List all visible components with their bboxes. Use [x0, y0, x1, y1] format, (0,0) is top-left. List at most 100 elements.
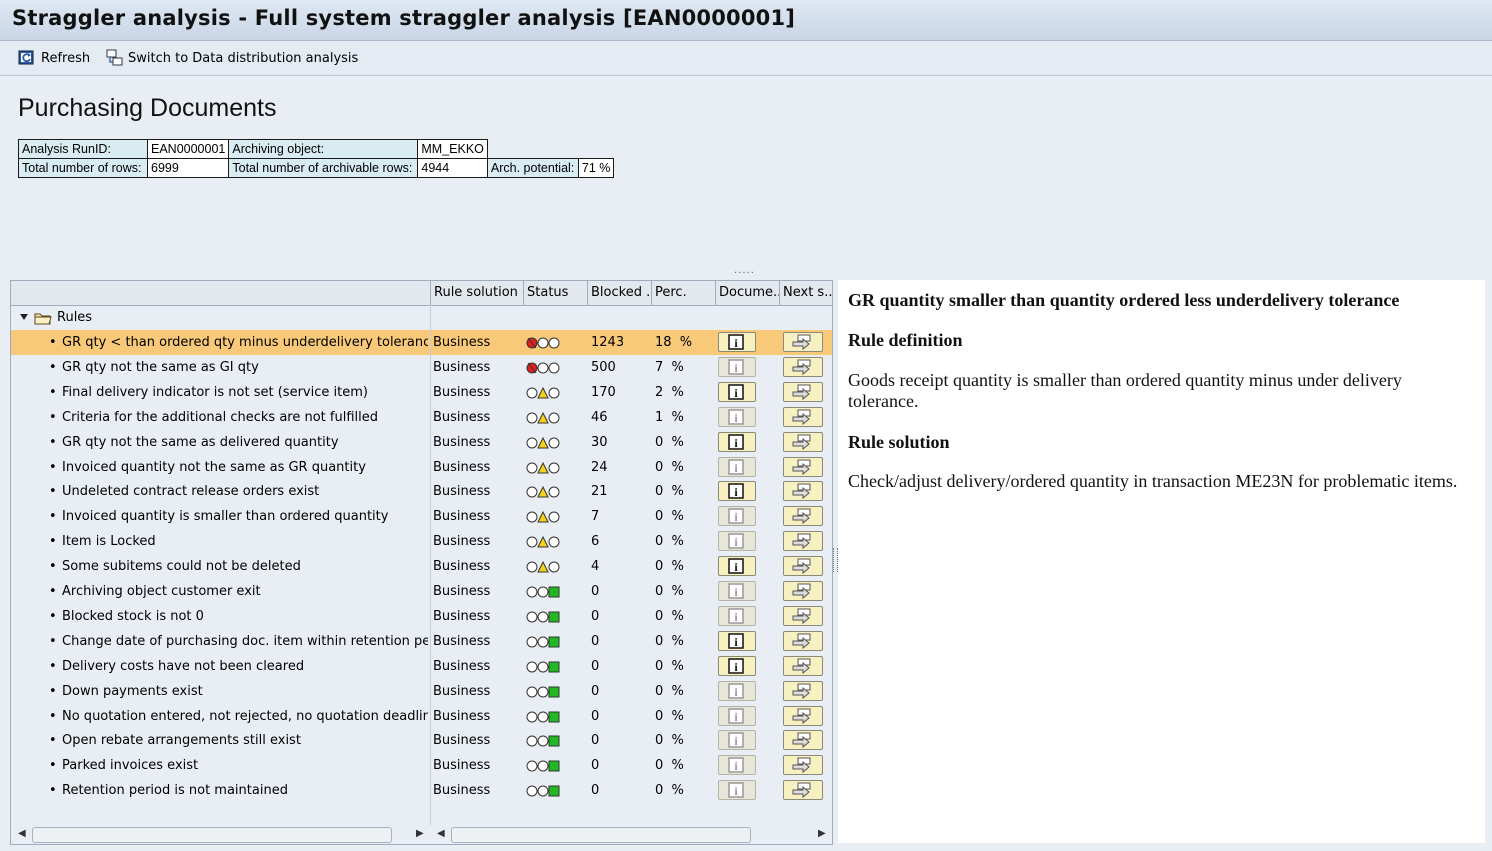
rules-grid: Rule solution Status Blocked ... Perc. D…	[10, 280, 833, 845]
blocked-count: 0	[591, 733, 600, 749]
table-row[interactable]: • GR qty not the same as delivered quanti…	[11, 430, 832, 455]
next-steps-button[interactable]	[783, 581, 823, 601]
bullet: •	[49, 608, 57, 624]
documentation-button[interactable]: i	[718, 381, 756, 402]
column-header-blocked[interactable]: Blocked ...	[587, 281, 651, 305]
scroll-left-icon[interactable]: ◀	[437, 828, 445, 839]
next-steps-button[interactable]	[783, 556, 823, 577]
next-steps-button[interactable]	[783, 705, 823, 726]
next-steps-button[interactable]	[783, 655, 823, 676]
arch-potential-label: Arch. potential:	[486, 158, 579, 178]
next-steps-button[interactable]	[783, 531, 823, 552]
next-steps-button[interactable]	[783, 406, 823, 427]
grid-scroll-thumb[interactable]	[451, 827, 751, 843]
documentation-button[interactable]: i	[718, 556, 756, 577]
documentation-button[interactable]: i	[718, 680, 756, 701]
rule-solution: Business	[433, 633, 491, 649]
documentation-button[interactable]: i	[718, 780, 756, 801]
next-steps-button[interactable]	[783, 730, 823, 751]
documentation-button[interactable]: i	[718, 531, 756, 552]
documentation-button[interactable]: i	[718, 581, 756, 601]
tree-scroll-thumb[interactable]	[32, 827, 392, 843]
collapse-toggle-icon[interactable]	[19, 305, 29, 330]
next-steps-button[interactable]	[783, 481, 823, 502]
documentation-button[interactable]: i	[718, 406, 756, 427]
table-row[interactable]: • Archiving object customer exit Business 0…	[11, 579, 832, 604]
documentation-button[interactable]: i	[718, 755, 756, 776]
table-row[interactable]: • Undeleted contract release orders exist…	[11, 479, 832, 504]
table-row[interactable]: • Change date of purchasing doc. item wit…	[11, 629, 832, 654]
documentation-button[interactable]: i	[718, 605, 756, 626]
table-row[interactable]: • Invoiced quantity not the same as GR qu…	[11, 455, 832, 480]
horizontal-splitter-handle[interactable]: ·····	[734, 268, 755, 279]
table-row[interactable]: • Open rebate arrangements still exist Bus…	[11, 728, 832, 753]
next-steps-icon	[792, 459, 811, 475]
rule-name: Invoiced quantity not the same as GR qua…	[62, 459, 366, 475]
column-header-perc[interactable]: Perc.	[651, 281, 715, 305]
blocked-count: 500	[591, 359, 616, 375]
documentation-button[interactable]: i	[718, 506, 756, 527]
next-steps-button[interactable]	[783, 332, 823, 352]
table-row[interactable]: • Invoiced quantity is smaller than order…	[11, 504, 832, 529]
info-icon: i	[728, 508, 744, 524]
documentation-button[interactable]: i	[718, 630, 756, 651]
info-icon: i	[728, 433, 744, 450]
grid-hscrollbar[interactable]: ◀ ▶	[431, 825, 832, 843]
next-steps-button[interactable]	[783, 680, 823, 701]
next-steps-button[interactable]	[783, 381, 823, 402]
bullet: •	[49, 509, 57, 525]
scroll-right-icon[interactable]: ▶	[416, 828, 424, 839]
documentation-button[interactable]: i	[718, 456, 756, 477]
next-steps-button[interactable]	[783, 755, 823, 776]
documentation-button[interactable]: i	[718, 655, 756, 676]
column-header-next-steps[interactable]: Next s...	[779, 281, 832, 305]
documentation-button[interactable]: i	[718, 431, 756, 452]
scroll-right-icon[interactable]: ▶	[818, 828, 826, 839]
next-steps-button[interactable]	[783, 780, 823, 801]
table-row[interactable]: • Parked invoices exist Business 0 0 % i	[11, 753, 832, 778]
info-icon: i	[728, 408, 744, 425]
column-header-status[interactable]: Status	[523, 281, 587, 305]
switch-analysis-button[interactable]: Switch to Data distribution analysis	[105, 47, 358, 69]
table-row[interactable]: • GR qty < than ordered qty minus underde…	[11, 330, 832, 355]
documentation-button[interactable]: i	[718, 481, 756, 502]
table-row[interactable]: • No quotation entered, not rejected, no …	[11, 704, 832, 729]
column-header-rule-solution[interactable]: Rule solution	[430, 281, 523, 305]
rule-solution: Business	[433, 783, 491, 799]
documentation-button[interactable]: i	[718, 332, 756, 352]
table-row[interactable]: • Down payments exist Business 0 0 % i	[11, 679, 832, 704]
archiving-object-label: Archiving object:	[228, 139, 419, 159]
blocked-count: 0	[591, 783, 600, 799]
blocked-count: 0	[591, 608, 600, 624]
documentation-button[interactable]: i	[718, 730, 756, 751]
next-steps-button[interactable]	[783, 456, 823, 477]
table-row[interactable]: • Some subitems could not be deleted Busin…	[11, 554, 832, 579]
table-row[interactable]: • Criteria for the additional checks are …	[11, 405, 832, 430]
percentage: 0 %	[655, 509, 684, 525]
table-row[interactable]: • Retention period is not maintained Busin…	[11, 778, 832, 803]
table-row[interactable]: • GR qty not the same as GI qty Business 50…	[11, 355, 832, 380]
table-row[interactable]: • Final delivery indicator is not set (se…	[11, 380, 832, 405]
next-steps-button[interactable]	[783, 356, 823, 377]
documentation-button[interactable]: i	[718, 356, 756, 377]
refresh-button[interactable]: Refresh	[18, 47, 90, 69]
table-row[interactable]: • Delivery costs have not been cleared Bus…	[11, 654, 832, 679]
next-steps-icon	[792, 384, 811, 400]
blocked-count: 30	[591, 434, 608, 450]
blocked-count: 0	[591, 758, 600, 774]
status-lights-icon	[526, 380, 560, 405]
column-header-documentation[interactable]: Docume...	[715, 281, 779, 305]
next-steps-button[interactable]	[783, 630, 823, 651]
table-row[interactable]: • Blocked stock is not 0 Business 0 0 % i	[11, 604, 832, 629]
next-steps-button[interactable]	[783, 605, 823, 626]
scroll-left-icon[interactable]: ◀	[18, 828, 26, 839]
tree-root-row[interactable]: Rules	[11, 305, 832, 330]
next-steps-button[interactable]	[783, 431, 823, 452]
bullet: •	[49, 409, 57, 425]
percentage: 0 %	[655, 758, 684, 774]
tree-hscrollbar[interactable]: ◀ ▶	[11, 825, 431, 843]
documentation-button[interactable]: i	[718, 705, 756, 726]
table-row[interactable]: • Item is Locked Business 6 0 % i	[11, 529, 832, 554]
next-steps-button[interactable]	[783, 506, 823, 527]
percentage: 0 %	[655, 658, 684, 674]
